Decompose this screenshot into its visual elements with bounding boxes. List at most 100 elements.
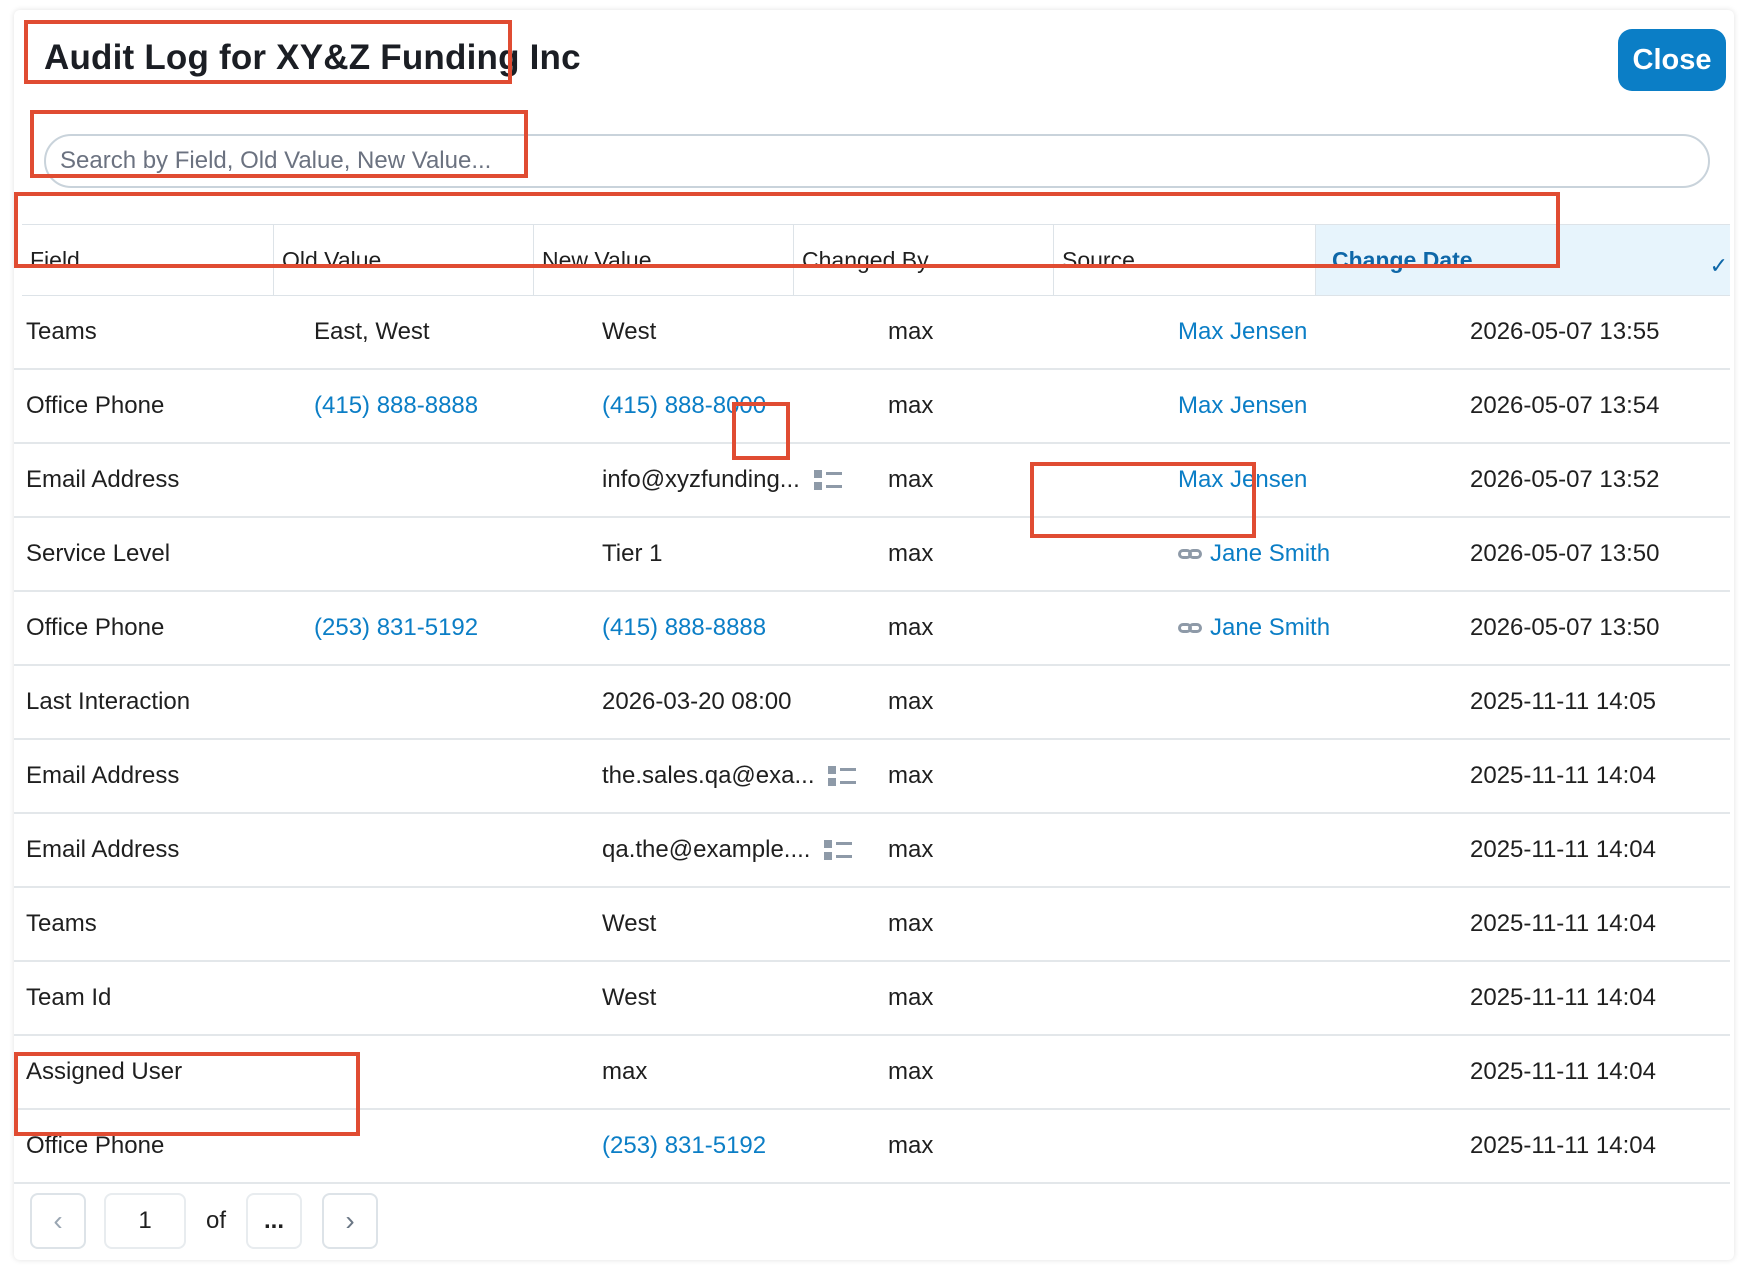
column-header-changed-by[interactable]: Changed By: [794, 225, 1054, 295]
cell-old-value-text: (253) 831-5192: [314, 614, 479, 641]
cell-source-text: Max Jensen: [1178, 318, 1308, 345]
cell-new-value-text: the.sales.qa@exa...: [602, 762, 815, 789]
close-button[interactable]: Close: [1618, 29, 1726, 91]
cell-changed-by: max: [888, 740, 933, 812]
table-row[interactable]: Assigned User max max 2025-11-11 14:04: [14, 1036, 1730, 1110]
cell-source-text: Jane Smith: [1210, 540, 1331, 567]
cell-new-value-text: qa.the@example....: [602, 836, 811, 863]
cell-change-date: 2026-05-07 13:50: [1470, 592, 1660, 664]
cell-field: Office Phone: [26, 592, 164, 664]
cell-source-text: Jane Smith: [1210, 614, 1331, 641]
cell-new-value-text: West: [602, 984, 657, 1011]
table-row[interactable]: Teams West max 2025-11-11 14:04: [14, 888, 1730, 962]
table-row[interactable]: Office Phone (253) 831-5192 (415) 888-8888…: [14, 592, 1730, 666]
cell-changed-by-text: max: [888, 466, 934, 493]
cell-new-value[interactable]: (415) 888-8888: [602, 592, 766, 664]
cell-changed-by: max: [888, 962, 933, 1034]
cell-new-value-text: (415) 888-8888: [602, 614, 767, 641]
cell-changed-by-text: max: [888, 1058, 934, 1085]
cell-change-date-text: 2025-11-11 14:04: [1470, 984, 1656, 1011]
cell-source[interactable]: Max Jensen: [1178, 444, 1307, 516]
cell-change-date: 2025-11-11 14:04: [1470, 814, 1656, 886]
cell-new-value-text: 2026-03-20 08:00: [602, 688, 792, 715]
cell-change-date-text: 2026-05-07 13:50: [1470, 540, 1660, 567]
cell-change-date: 2025-11-11 14:04: [1470, 1110, 1656, 1182]
chevron-left-icon: ‹: [53, 1205, 63, 1236]
cell-new-value: West: [602, 962, 656, 1034]
chevron-down-icon: ✓: [1709, 253, 1728, 278]
cell-field-text: Office Phone: [26, 614, 165, 641]
cell-field: Assigned User: [26, 1036, 182, 1108]
cell-field-text: Team Id: [26, 984, 112, 1011]
cell-changed-by: max: [888, 1110, 933, 1182]
cell-change-date: 2025-11-11 14:04: [1470, 1036, 1656, 1108]
cell-field: Email Address: [26, 740, 179, 812]
cell-changed-by-text: max: [888, 984, 934, 1011]
column-header-field[interactable]: Field: [22, 225, 274, 295]
search-input[interactable]: [44, 134, 1710, 188]
cell-new-value-text: info@xyzfunding...: [602, 466, 800, 493]
cell-new-value[interactable]: (415) 888-8000: [602, 370, 766, 442]
table-row[interactable]: Email Address the.sales.qa@exa... max 2025-…: [14, 740, 1730, 814]
table-row[interactable]: Team Id West max 2025-11-11 14:04: [14, 962, 1730, 1036]
pagination: ‹ 1 of ... ›: [30, 1192, 379, 1250]
cell-changed-by: max: [888, 444, 933, 516]
table-row[interactable]: Office Phone (253) 831-5192 max 2025-11-11 …: [14, 1110, 1730, 1184]
cell-new-value: max: [602, 1036, 647, 1108]
table-header: Field Old Value New Value Changed By Sou…: [22, 224, 1730, 296]
cell-changed-by: max: [888, 666, 933, 738]
table-row[interactable]: Email Address qa.the@example.... max 2025-1…: [14, 814, 1730, 888]
next-page-button[interactable]: ›: [322, 1193, 379, 1249]
cell-change-date: 2026-05-07 13:55: [1470, 296, 1660, 368]
cell-field-text: Last Interaction: [26, 688, 191, 715]
cell-source[interactable]: Max Jensen: [1178, 370, 1307, 442]
cell-change-date: 2025-11-11 14:04: [1470, 962, 1656, 1034]
table-row[interactable]: Teams East, West West max Max Jensen 2026-05-…: [14, 296, 1730, 370]
cell-field: Team Id: [26, 962, 111, 1034]
total-pages-button[interactable]: ...: [246, 1193, 303, 1249]
cell-changed-by-text: max: [888, 540, 934, 567]
list-details-icon[interactable]: [828, 764, 858, 788]
list-details-icon[interactable]: [824, 838, 854, 862]
prev-page-button[interactable]: ‹: [30, 1193, 86, 1249]
cell-changed-by: max: [888, 296, 933, 368]
cell-change-date: 2026-05-07 13:54: [1470, 370, 1660, 442]
cell-new-value: West: [602, 888, 656, 960]
cell-field-text: Assigned User: [26, 1058, 183, 1085]
cell-changed-by-text: max: [888, 910, 934, 937]
table-row[interactable]: Last Interaction 2026-03-20 08:00 max 2025-…: [14, 666, 1730, 740]
cell-field-text: Office Phone: [26, 1132, 165, 1159]
cell-new-value: Tier 1: [602, 518, 662, 590]
column-header-old-value[interactable]: Old Value: [274, 225, 534, 295]
list-details-icon[interactable]: [813, 468, 844, 492]
link-chain-icon: [1178, 621, 1204, 635]
cell-changed-by-text: max: [888, 614, 934, 641]
cell-change-date-text: 2025-11-11 14:04: [1470, 1058, 1656, 1085]
cell-change-date: 2025-11-11 14:05: [1470, 666, 1656, 738]
cell-old-value[interactable]: (253) 831-5192: [314, 592, 478, 664]
cell-field: Service Level: [26, 518, 170, 590]
cell-old-value[interactable]: (415) 888-8888: [314, 370, 478, 442]
chevron-right-icon: ›: [345, 1205, 355, 1236]
cell-change-date: 2026-05-07 13:52: [1470, 444, 1660, 516]
cell-change-date-text: 2026-05-07 13:52: [1470, 466, 1660, 493]
table-row[interactable]: Email Address info@xyzfunding... max Max Je…: [14, 444, 1730, 518]
table-row[interactable]: Office Phone (415) 888-8888 (415) 888-8000…: [14, 370, 1730, 444]
cell-source[interactable]: Max Jensen: [1178, 296, 1307, 368]
cell-field-text: Email Address: [26, 762, 180, 789]
cell-new-value[interactable]: (253) 831-5192: [602, 1110, 766, 1182]
column-header-change-date[interactable]: Change Date ✓: [1316, 225, 1730, 295]
cell-source[interactable]: Jane Smith: [1178, 518, 1330, 590]
cell-old-value-text: (415) 888-8888: [314, 392, 479, 419]
cell-changed-by: max: [888, 592, 933, 664]
current-page-input[interactable]: 1: [104, 1193, 186, 1249]
cell-changed-by-text: max: [888, 836, 934, 863]
table-row[interactable]: Service Level Tier 1 max Jane Smith 2026-05-…: [14, 518, 1730, 592]
cell-new-value: 2026-03-20 08:00: [602, 666, 792, 738]
cell-source[interactable]: Jane Smith: [1178, 592, 1330, 664]
column-header-source[interactable]: Source: [1054, 225, 1316, 295]
cell-field: Last Interaction: [26, 666, 190, 738]
column-header-new-value[interactable]: New Value: [534, 225, 794, 295]
cell-change-date-text: 2026-05-07 13:55: [1470, 318, 1660, 345]
cell-field-text: Email Address: [26, 466, 180, 493]
